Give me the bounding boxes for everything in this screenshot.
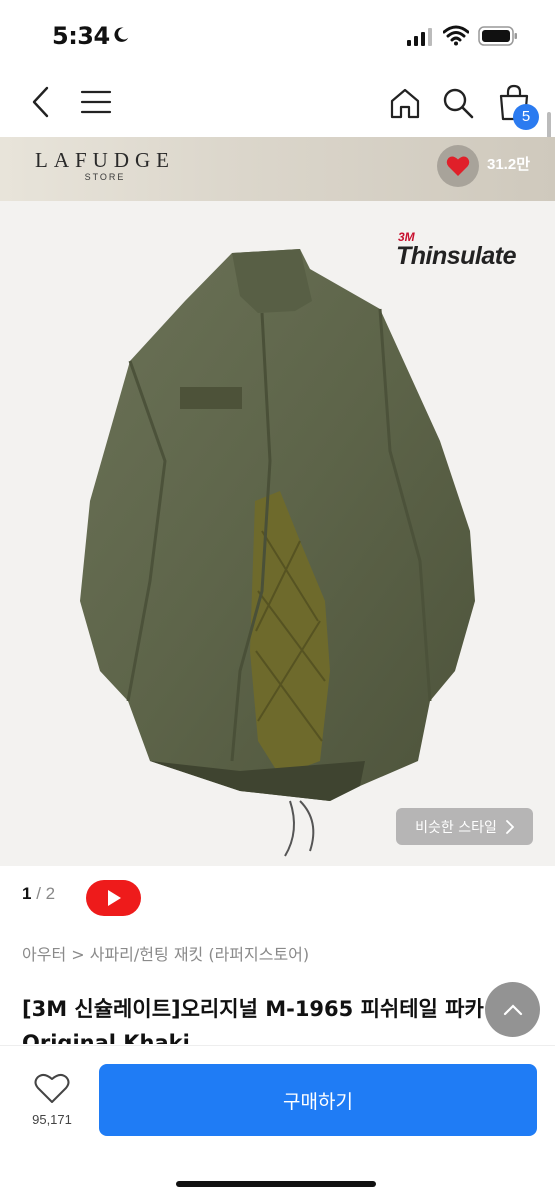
back-button[interactable] xyxy=(24,84,58,120)
chevron-left-icon xyxy=(32,86,49,118)
heart-icon xyxy=(446,156,470,176)
video-button[interactable] xyxy=(86,880,141,916)
chevron-up-icon xyxy=(503,1003,522,1015)
product-image[interactable] xyxy=(0,201,555,866)
buy-button[interactable]: 구매하기 xyxy=(99,1064,537,1136)
cart-count-badge: 5 xyxy=(513,104,539,130)
play-icon xyxy=(107,890,121,906)
store-like-button[interactable] xyxy=(437,145,479,187)
moon-icon xyxy=(114,27,129,42)
pager-total: 2 xyxy=(45,884,56,903)
pager-separator: / xyxy=(36,884,41,903)
search-button[interactable] xyxy=(439,84,477,122)
similar-style-button[interactable]: 비슷한 스타일 xyxy=(396,808,533,845)
hamburger-icon xyxy=(80,90,112,114)
home-indicator xyxy=(176,1181,376,1187)
chevron-right-icon xyxy=(505,819,514,834)
home-icon xyxy=(390,88,420,119)
menu-button[interactable] xyxy=(78,84,114,120)
battery-icon xyxy=(478,26,517,46)
pager-current: 1 xyxy=(22,884,32,903)
store-like-count: 31.2만 xyxy=(487,156,530,173)
store-logo-name: LAFUDGE xyxy=(35,148,175,172)
product-title: [3M 신슐레이트]오리지널 M-1965 피쉬테일 파카 Original K… xyxy=(22,997,484,1044)
heart-outline-icon xyxy=(34,1073,70,1103)
wifi-icon xyxy=(443,25,469,46)
status-time: 5:34 xyxy=(52,22,110,50)
home-button[interactable] xyxy=(386,84,424,122)
scroll-to-top-button[interactable] xyxy=(485,982,540,1037)
parka-illustration xyxy=(80,249,475,857)
cellular-signal-icon xyxy=(407,28,432,46)
similar-style-label: 비슷한 스타일 xyxy=(415,819,497,836)
store-logo-subtitle: STORE xyxy=(84,172,126,182)
search-icon xyxy=(443,88,474,119)
image-pager: 1 / 2 xyxy=(22,884,55,904)
thinsulate-brand-text: Thinsulate xyxy=(396,242,517,270)
wishlist-count: 95,171 xyxy=(32,1112,72,1127)
category-breadcrumb[interactable]: 아우터 > 사파리/헌팅 재킷 (라퍼지스토어) xyxy=(22,941,309,965)
